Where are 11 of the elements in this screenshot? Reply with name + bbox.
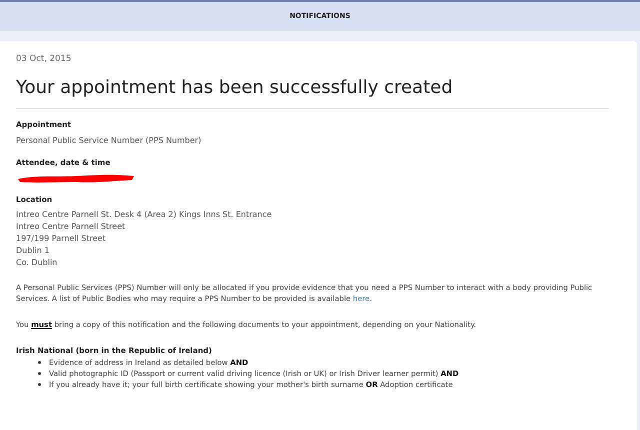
detail-line: 197/199 Parnell Street [16,233,107,245]
detail-line: Personal Public Service Number (PPS Number) [16,134,202,146]
bullet-icon [38,361,41,364]
notification-date: 03 Oct, 2015 [16,53,72,66]
detail-line: Dublin 1 [16,245,50,257]
detail-line: Intreo Centre Parnell Street [16,221,126,233]
notification-title: Your appointment has been successfully created [16,76,454,100]
bullet-icon [38,372,41,376]
detail-line: Intreo Centre Parnell St. Desk 4 (Area 2) Kings Inns St. Entrance [16,209,273,221]
detail-line: Co. Dublin [16,257,58,269]
bullet-icon [38,383,41,386]
